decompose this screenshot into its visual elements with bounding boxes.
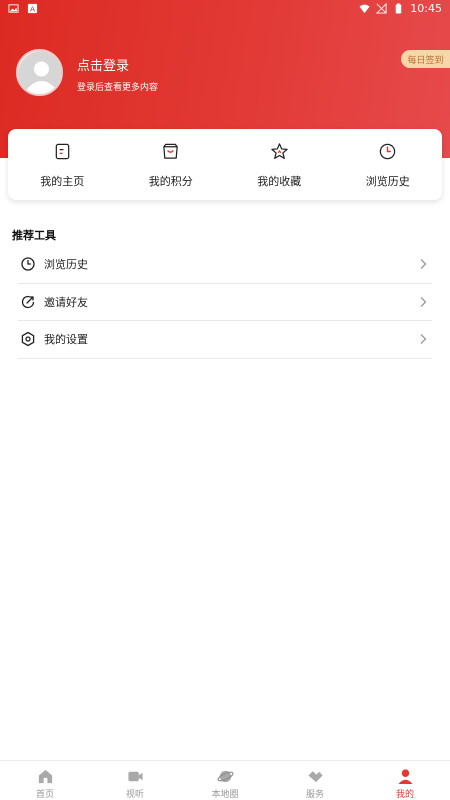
tool-row-invite-friends[interactable]: 邀请好友 bbox=[18, 284, 432, 321]
star-icon bbox=[271, 143, 288, 159]
quick-my-favorites-label: 我的收藏 bbox=[257, 175, 302, 188]
quick-actions-card: 我的主页 我的积分 我的收藏 浏览历史 bbox=[8, 129, 442, 200]
quick-browse-history-label: 浏览历史 bbox=[365, 175, 410, 188]
no-signal-icon bbox=[376, 3, 387, 14]
login-link[interactable]: 点击登录 bbox=[77, 55, 129, 74]
tab-video[interactable]: 视听 bbox=[90, 761, 180, 800]
tab-home[interactable]: 首页 bbox=[0, 761, 90, 800]
person-icon bbox=[397, 769, 413, 785]
invite-icon bbox=[21, 295, 35, 308]
tool-row-my-settings[interactable]: 我的设置 bbox=[18, 321, 432, 359]
tab-services[interactable]: 服务 bbox=[270, 761, 360, 800]
quick-browse-history[interactable]: 浏览历史 bbox=[334, 129, 443, 200]
wifi-icon bbox=[359, 4, 370, 14]
svg-text:A: A bbox=[30, 4, 35, 13]
daily-checkin-button[interactable]: 每日签到 bbox=[401, 50, 450, 68]
default-avatar-icon bbox=[18, 51, 61, 94]
login-hint: 登录后查看更多内容 bbox=[77, 83, 159, 93]
handshake-icon bbox=[307, 771, 323, 783]
chevron-right-icon bbox=[420, 334, 427, 345]
battery-icon bbox=[396, 3, 402, 14]
points-bag-icon bbox=[163, 143, 179, 159]
settings-hexagon-icon bbox=[21, 332, 35, 347]
status-time: 10:45 bbox=[410, 2, 442, 15]
tab-local-circle[interactable]: 本地圈 bbox=[180, 761, 270, 800]
chevron-right-icon bbox=[420, 259, 427, 270]
recommended-tools-title: 推荐工具 bbox=[12, 229, 56, 242]
gallery-notification-icon bbox=[8, 4, 19, 13]
quick-my-homepage-label: 我的主页 bbox=[40, 175, 85, 188]
quick-my-points[interactable]: 我的积分 bbox=[117, 129, 226, 200]
clock-icon bbox=[21, 257, 35, 271]
tab-label: 视听 bbox=[125, 790, 144, 800]
tab-mine[interactable]: 我的 bbox=[360, 761, 450, 800]
bottom-tab-bar: 首页 视听 本地圈 服务 我的 bbox=[0, 760, 450, 800]
tool-row-browse-history[interactable]: 浏览历史 bbox=[18, 246, 432, 284]
clock-icon bbox=[380, 143, 396, 160]
status-bar: A 10:45 bbox=[0, 0, 450, 18]
quick-my-homepage[interactable]: 我的主页 bbox=[8, 129, 117, 200]
homepage-doc-icon bbox=[55, 143, 70, 160]
chevron-right-icon bbox=[420, 296, 427, 307]
tab-label: 首页 bbox=[35, 790, 54, 800]
quick-my-points-label: 我的积分 bbox=[148, 175, 193, 188]
text-notification-icon: A bbox=[27, 3, 38, 13]
tool-label: 我的设置 bbox=[44, 333, 88, 347]
tool-list: 浏览历史 邀请好友 我的设置 bbox=[18, 246, 432, 359]
tool-label: 浏览历史 bbox=[44, 258, 88, 272]
planet-icon bbox=[217, 770, 233, 783]
quick-my-favorites[interactable]: 我的收藏 bbox=[225, 129, 334, 200]
tab-label: 服务 bbox=[305, 790, 324, 800]
tab-label: 我的 bbox=[395, 790, 414, 800]
tab-label: 本地圈 bbox=[211, 790, 239, 800]
video-camera-icon bbox=[127, 771, 143, 782]
tool-label: 邀请好友 bbox=[44, 295, 88, 309]
avatar[interactable] bbox=[16, 49, 63, 96]
home-icon bbox=[38, 769, 52, 784]
